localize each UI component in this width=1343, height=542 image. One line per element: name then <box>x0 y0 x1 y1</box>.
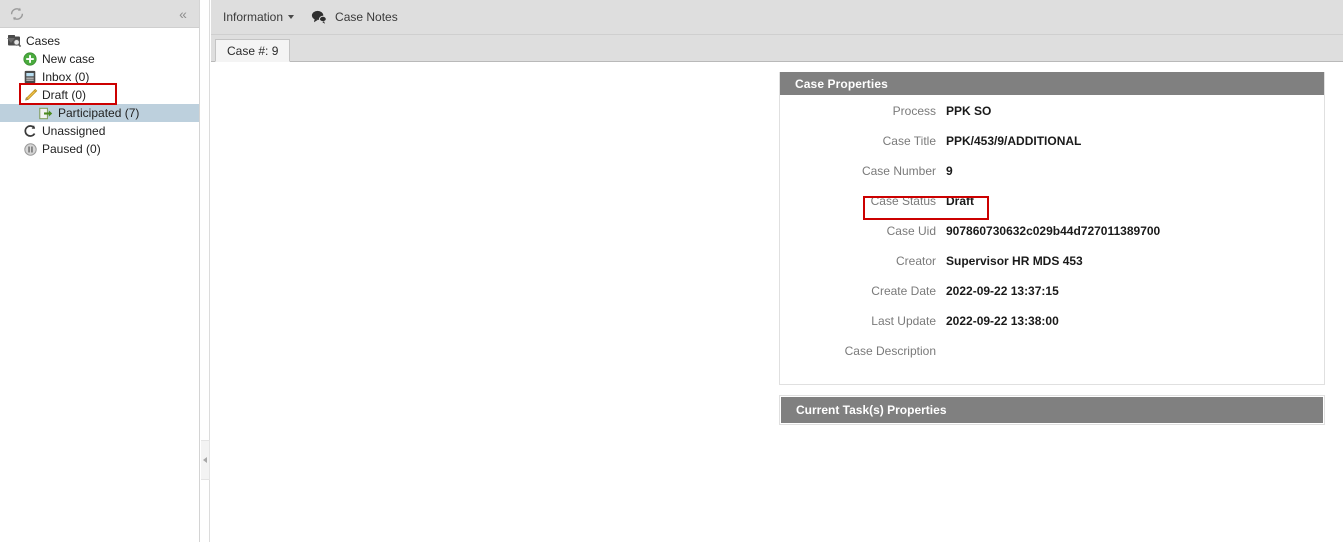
tree-item-cases[interactable]: Cases <box>0 32 199 50</box>
comments-icon <box>310 9 328 25</box>
pencil-icon <box>22 87 38 103</box>
property-label: Case Title <box>882 134 936 148</box>
tree-item-new-case[interactable]: New case <box>0 50 199 68</box>
application-window: « Cases New case Inbox (0) Draft (0) Par… <box>0 0 1343 542</box>
information-menu-button[interactable]: Information <box>215 4 302 30</box>
property-row-creator: Creator Supervisor HR MDS 453 <box>780 254 1324 284</box>
cases-tree: Cases New case Inbox (0) Draft (0) Parti… <box>0 28 199 158</box>
tree-item-label: Unassigned <box>42 124 106 138</box>
splitter-collapse-icon[interactable] <box>201 440 210 480</box>
sidebar-header: « <box>0 0 199 28</box>
property-label: Create Date <box>871 284 936 298</box>
case-notes-label: Case Notes <box>335 10 398 24</box>
property-value: 2022-09-22 13:38:00 <box>946 314 1059 328</box>
property-label: Case Uid <box>886 224 936 238</box>
property-value: 2022-09-22 13:37:15 <box>946 284 1059 298</box>
property-label: Case Number <box>861 164 936 178</box>
splitter-arrow-icon <box>203 457 207 463</box>
tree-item-unassigned[interactable]: Unassigned <box>0 122 199 140</box>
sidebar-splitter[interactable] <box>201 0 210 542</box>
unassigned-icon <box>22 123 38 139</box>
property-row-last-update: Last Update 2022-09-22 13:38:00 <box>780 314 1324 344</box>
tab-case-9[interactable]: Case #: 9 <box>215 39 291 62</box>
information-menu-label: Information <box>223 10 284 24</box>
properties-container: Case Properties Process PPK SO Case Titl… <box>779 72 1325 425</box>
tree-item-paused[interactable]: Paused (0) <box>0 140 199 158</box>
panel-separator <box>779 385 1325 395</box>
property-value: PPK SO <box>946 104 992 118</box>
property-value: Supervisor HR MDS 453 <box>946 254 1083 268</box>
tab-label: Case #: 9 <box>227 43 279 58</box>
pause-icon <box>22 141 38 157</box>
current-task-properties-panel: Current Task(s) Properties <box>779 395 1325 425</box>
property-label: Last Update <box>871 314 936 328</box>
tree-item-draft[interactable]: Draft (0) <box>0 86 199 104</box>
property-label: Creator <box>895 254 936 268</box>
property-row-process: Process PPK SO <box>780 104 1324 134</box>
expander-icon[interactable] <box>7 38 15 43</box>
property-row-create-date: Create Date 2022-09-22 13:37:15 <box>780 284 1324 314</box>
property-row-case-number: Case Number 9 <box>780 164 1324 194</box>
property-label: Case Status <box>870 194 936 208</box>
tree-item-participated[interactable]: Participated (7) <box>0 104 199 122</box>
content-area: Case Properties Process PPK SO Case Titl… <box>211 62 1343 542</box>
property-label: Process <box>892 104 936 118</box>
property-row-case-title: Case Title PPK/453/9/ADDITIONAL <box>780 134 1324 164</box>
case-properties-panel: Case Properties Process PPK SO Case Titl… <box>779 72 1325 385</box>
property-row-case-status: Case Status Draft <box>780 194 1324 224</box>
case-notes-button[interactable]: Case Notes <box>302 4 406 30</box>
case-properties-header: Case Properties <box>780 72 1324 95</box>
collapse-sidebar-button[interactable]: « <box>173 4 193 24</box>
tree-item-inbox[interactable]: Inbox (0) <box>0 68 199 86</box>
property-row-case-description: Case Description <box>780 344 1324 374</box>
toolbar: Information Case Notes <box>211 0 1343 35</box>
tree-item-label: Inbox (0) <box>42 70 90 84</box>
case-properties-body: Process PPK SO Case Title PPK/453/9/ADDI… <box>780 95 1324 384</box>
property-value: Draft <box>946 194 975 208</box>
arrow-out-icon <box>38 105 54 121</box>
inbox-icon <box>22 69 38 85</box>
tree-item-label: Paused (0) <box>42 142 101 156</box>
left-sidebar: « Cases New case Inbox (0) Draft (0) Par… <box>0 0 200 542</box>
property-value: 907860730632c029b44d727011389700 <box>946 224 1161 238</box>
current-task-properties-title: Current Task(s) Properties <box>796 403 947 417</box>
add-green-icon <box>22 51 38 67</box>
chevron-down-icon <box>288 15 295 19</box>
main-area: Information Case Notes Case #: 9 Case Pr… <box>211 0 1343 542</box>
tree-item-label: New case <box>42 52 95 66</box>
property-row-case-uid: Case Uid 907860730632c029b44d72701138970… <box>780 224 1324 254</box>
property-value: PPK/453/9/ADDITIONAL <box>946 134 1082 148</box>
tab-strip: Case #: 9 <box>211 35 1343 62</box>
property-label: Case Description <box>844 344 936 358</box>
tree-item-label: Draft (0) <box>42 88 87 102</box>
refresh-icon[interactable] <box>8 5 26 23</box>
case-properties-title: Case Properties <box>795 76 888 91</box>
property-value: 9 <box>946 164 953 178</box>
tree-item-label: Participated (7) <box>58 106 140 120</box>
tree-item-label: Cases <box>26 34 61 48</box>
current-task-properties-header: Current Task(s) Properties <box>781 397 1323 423</box>
